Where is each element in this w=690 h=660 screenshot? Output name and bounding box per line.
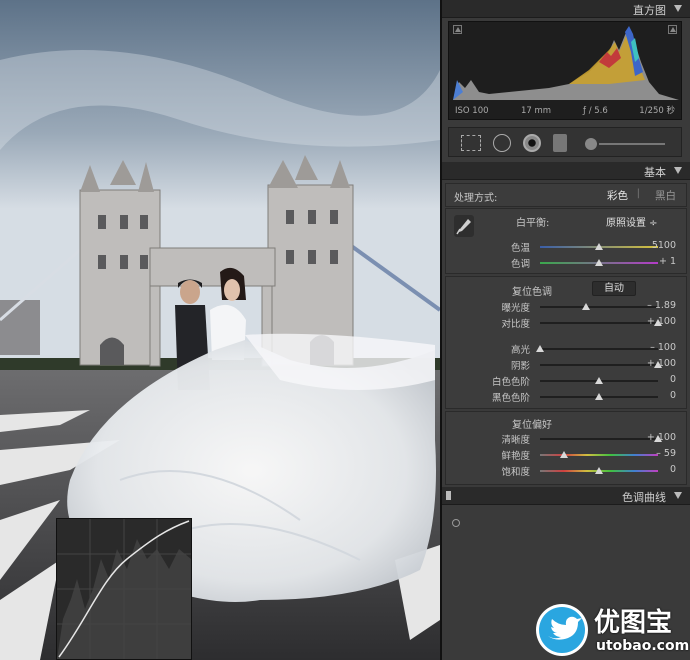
highlights-label: 高光	[510, 345, 530, 356]
vibrance-row[interactable]: 鲜艳度 – 59	[442, 448, 690, 462]
highlights-value[interactable]: – 100	[650, 342, 676, 353]
red-eye-icon[interactable]	[523, 134, 541, 152]
clarity-slider[interactable]	[540, 435, 662, 442]
shutter-value: 1/250 秒	[639, 106, 675, 116]
clarity-row[interactable]: 清晰度 + 100	[442, 432, 690, 446]
blacks-row[interactable]: 黑色色阶 0	[442, 390, 690, 404]
exposure-slider[interactable]	[540, 303, 658, 310]
blacks-slider[interactable]	[540, 393, 658, 400]
temp-slider[interactable]	[540, 243, 658, 250]
shadows-row[interactable]: 阴影 + 100	[442, 358, 690, 372]
bird-logo-icon	[536, 604, 588, 656]
treatment-label: 处理方式:	[454, 193, 498, 204]
whites-slider[interactable]	[540, 377, 658, 384]
saturation-value[interactable]: 0	[670, 464, 676, 475]
saturation-knob[interactable]	[595, 467, 603, 474]
tone-curve-title: 色调曲线	[622, 491, 666, 504]
vibrance-value[interactable]: – 59	[656, 448, 676, 459]
tint-row[interactable]: 色调 + 1	[442, 256, 690, 270]
shadows-value[interactable]: + 100	[647, 358, 676, 369]
adjustment-brush-icon[interactable]	[585, 138, 597, 150]
brush-slider-track[interactable]	[599, 143, 665, 145]
blacks-value[interactable]: 0	[670, 390, 676, 401]
watermark-logo: 优图宝 utobao.com	[534, 600, 690, 660]
contrast-row[interactable]: 对比度 + 100	[442, 316, 690, 330]
whites-row[interactable]: 白色色阶 0	[442, 374, 690, 388]
contrast-label: 对比度	[501, 319, 530, 330]
saturation-label: 饱和度	[501, 467, 530, 478]
tone-curve-graph[interactable]	[56, 518, 192, 660]
shadows-label: 阴影	[510, 361, 530, 372]
graduated-filter-icon[interactable]	[553, 134, 567, 152]
focal-length-value: 17 mm	[521, 106, 552, 116]
tone-curve-header[interactable]: 色调曲线	[442, 487, 690, 505]
collapse-triangle-icon[interactable]	[674, 167, 682, 174]
target-adjust-icon[interactable]	[452, 519, 460, 527]
highlights-row[interactable]: 高光 – 100	[442, 342, 690, 356]
temp-row[interactable]: 色温 5100	[442, 240, 690, 254]
tool-strip	[448, 127, 682, 157]
whites-label: 白色色阶	[491, 377, 530, 388]
blacks-label: 黑色色阶	[491, 393, 530, 404]
temp-label: 色温	[510, 243, 530, 254]
temp-knob[interactable]	[595, 243, 603, 250]
tint-slider[interactable]	[540, 259, 658, 266]
white-balance-label: 白平衡:	[516, 218, 550, 229]
spot-removal-icon[interactable]	[493, 134, 511, 152]
vibrance-label: 鲜艳度	[501, 451, 530, 462]
highlights-knob[interactable]	[536, 345, 544, 352]
aperture-value: ƒ / 5.6	[583, 106, 608, 116]
clarity-value[interactable]: + 100	[647, 432, 676, 443]
exposure-label: 曝光度	[501, 303, 530, 314]
saturation-slider[interactable]	[540, 467, 658, 474]
blacks-knob[interactable]	[595, 393, 603, 400]
bw-option[interactable]: 黑白	[655, 188, 676, 203]
panel-switch-icon[interactable]	[446, 491, 451, 500]
histogram-header[interactable]: 直方图	[442, 0, 690, 18]
histogram-graph	[453, 26, 679, 100]
white-balance-select[interactable]: 原照设置 ÷	[606, 214, 658, 229]
iso-value: ISO 100	[455, 106, 489, 116]
vibrance-knob[interactable]	[559, 451, 568, 458]
shadows-slider[interactable]	[540, 361, 662, 368]
collapse-triangle-icon[interactable]	[674, 492, 682, 499]
brand-url: utobao.com	[596, 638, 690, 654]
tint-knob[interactable]	[595, 259, 603, 266]
presence-reset-label[interactable]: 复位偏好	[442, 416, 622, 431]
exposure-knob[interactable]	[582, 303, 591, 310]
brand-name: 优图宝	[594, 608, 673, 638]
highlights-slider[interactable]	[536, 345, 658, 352]
auto-tone-button[interactable]: 自动	[592, 281, 636, 296]
histogram: ISO 100 17 mm ƒ / 5.6 1/250 秒	[448, 21, 682, 120]
tint-label: 色调	[510, 259, 530, 270]
whites-value[interactable]: 0	[670, 374, 676, 385]
temp-value[interactable]: 5100	[652, 240, 676, 251]
eyedropper-icon[interactable]	[454, 215, 474, 237]
saturation-row[interactable]: 饱和度 0	[442, 464, 690, 478]
basic-header[interactable]: 基本	[442, 162, 690, 180]
contrast-value[interactable]: + 100	[647, 316, 676, 327]
basic-title: 基本	[644, 166, 666, 179]
collapse-triangle-icon[interactable]	[674, 5, 682, 12]
clarity-label: 清晰度	[501, 435, 530, 446]
develop-panel: 直方图 ISO 100 17 mm ƒ / 5.6 1/250 秒 基本 处理方…	[442, 0, 690, 660]
vibrance-slider[interactable]	[540, 451, 658, 458]
whites-knob[interactable]	[595, 377, 603, 384]
contrast-slider[interactable]	[540, 319, 662, 326]
crop-icon[interactable]	[461, 135, 481, 151]
color-option[interactable]: 彩色	[607, 188, 628, 203]
histogram-title: 直方图	[633, 4, 666, 17]
tint-value[interactable]: + 1	[659, 256, 676, 267]
exposure-value[interactable]: – 1.89	[647, 300, 676, 311]
exposure-row[interactable]: 曝光度 – 1.89	[442, 300, 690, 314]
treatment-row: 处理方式: 彩色 | 黑白	[445, 183, 687, 207]
